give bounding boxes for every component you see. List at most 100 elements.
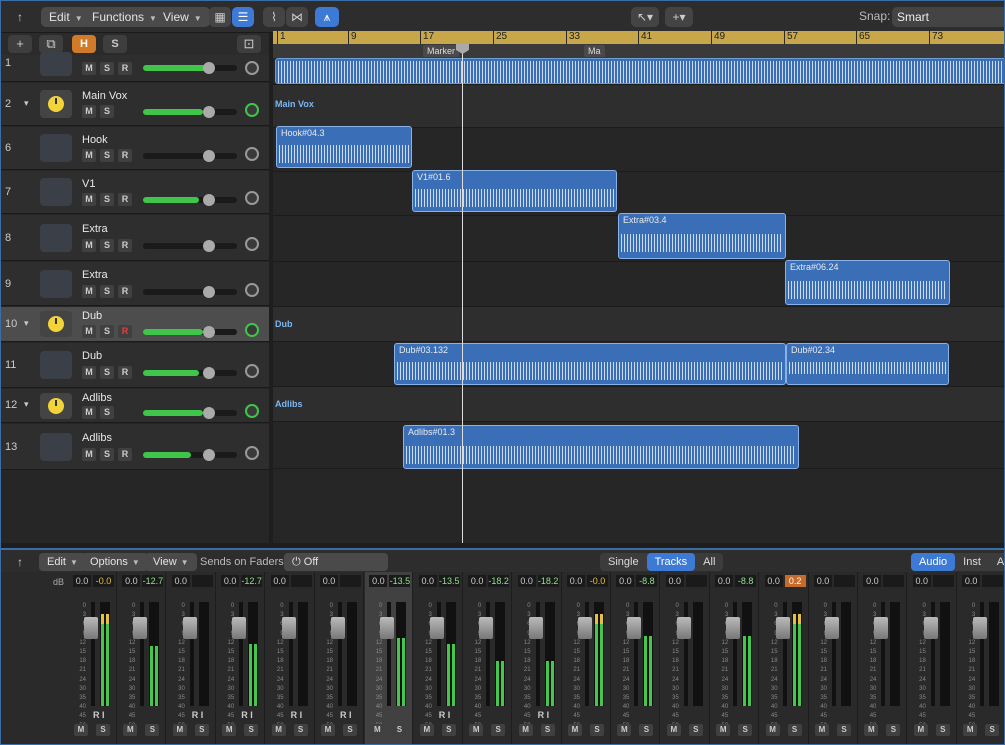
- inst-filter[interactable]: Inst: [955, 553, 989, 571]
- mute-button[interactable]: M: [82, 149, 96, 162]
- record-button[interactable]: R: [118, 285, 132, 298]
- record-button[interactable]: R: [118, 239, 132, 252]
- solo-button[interactable]: S: [100, 325, 114, 338]
- mute-button[interactable]: M: [123, 724, 138, 736]
- fader-cap[interactable]: [528, 617, 543, 639]
- solo-button[interactable]: S: [935, 724, 950, 736]
- volume-readout[interactable]: 0.0: [814, 575, 832, 587]
- pan-knob[interactable]: [245, 446, 259, 460]
- add-track-button[interactable]: +: [8, 35, 32, 53]
- mute-button[interactable]: M: [469, 724, 484, 736]
- pan-knob[interactable]: [245, 283, 259, 297]
- solo-button[interactable]: S: [343, 724, 357, 736]
- bar-ruler[interactable]: 1 9 17 25 33 41 49 57 65 73: [273, 31, 1004, 44]
- volume-readout[interactable]: 0.0: [863, 575, 882, 587]
- track-header-2[interactable]: 2 ▾ Main Vox MS: [1, 83, 269, 126]
- fader-cap[interactable]: [182, 617, 197, 639]
- volume-fader[interactable]: [143, 286, 237, 298]
- volume-readout[interactable]: 0.0: [665, 575, 684, 587]
- cmd-tool-icon[interactable]: +▾: [665, 7, 693, 27]
- track-header-11[interactable]: 11 Dub MSR: [1, 343, 269, 388]
- record-button[interactable]: R: [118, 448, 132, 461]
- solo-button[interactable]: S: [145, 724, 160, 736]
- hide-button[interactable]: H: [72, 35, 96, 53]
- mixer-options-menu[interactable]: Options ▼: [82, 553, 148, 571]
- mixer-view-menu[interactable]: View ▼: [145, 553, 197, 571]
- volume-readout[interactable]: 0.0: [912, 575, 931, 587]
- mute-button[interactable]: M: [370, 724, 385, 736]
- volume-readout[interactable]: 0.0: [517, 575, 536, 587]
- volume-readout[interactable]: 0.0: [962, 575, 981, 587]
- automation-icon[interactable]: ⌇: [263, 7, 285, 27]
- solo-button[interactable]: S: [100, 366, 114, 379]
- fader-cap[interactable]: [331, 617, 345, 639]
- solo-button[interactable]: S: [100, 406, 114, 419]
- mute-button[interactable]: M: [82, 193, 96, 206]
- disclosure-triangle-icon[interactable]: ▾: [24, 399, 29, 410]
- back-icon[interactable]: ↑: [9, 7, 31, 27]
- fader-cap[interactable]: [726, 617, 741, 639]
- fader-knob[interactable]: [203, 286, 215, 298]
- pan-knob[interactable]: [245, 147, 259, 161]
- volume-fader[interactable]: [143, 150, 237, 162]
- fader-cap[interactable]: [133, 617, 148, 639]
- track-name[interactable]: Hook: [82, 134, 108, 146]
- playhead[interactable]: [462, 44, 463, 543]
- fader-cap[interactable]: [380, 617, 395, 639]
- mute-button[interactable]: M: [666, 724, 681, 736]
- peak-readout[interactable]: -18.2: [537, 575, 559, 587]
- duplicate-track-icon[interactable]: ⧉: [39, 35, 63, 53]
- audio-region[interactable]: Dub#02.34: [786, 343, 949, 385]
- fader-knob[interactable]: [203, 407, 215, 419]
- volume-readout[interactable]: 0.0: [468, 575, 487, 587]
- solo-button[interactable]: S: [441, 724, 456, 736]
- mute-button[interactable]: M: [321, 724, 335, 736]
- audio-region[interactable]: Extra#03.4: [618, 213, 786, 259]
- solo-button[interactable]: S: [886, 724, 901, 736]
- disclosure-triangle-icon[interactable]: ▾: [24, 318, 29, 329]
- list-view-icon[interactable]: ☰: [232, 7, 254, 27]
- mute-button[interactable]: M: [913, 724, 928, 736]
- track-header-8[interactable]: 8 Extra MSR: [1, 215, 269, 261]
- solo-button[interactable]: S: [100, 239, 114, 252]
- mute-button[interactable]: M: [82, 105, 96, 118]
- solo-button[interactable]: S: [96, 724, 110, 736]
- volume-fader[interactable]: [143, 326, 237, 338]
- peak-readout[interactable]: [340, 575, 361, 587]
- mute-button[interactable]: M: [222, 724, 237, 736]
- disclosure-triangle-icon[interactable]: ▾: [24, 98, 29, 109]
- solo-button[interactable]: S: [100, 448, 114, 461]
- record-input-buttons[interactable]: R I: [192, 710, 204, 720]
- solo-button[interactable]: S: [100, 193, 114, 206]
- solo-button[interactable]: S: [100, 105, 114, 118]
- volume-readout[interactable]: 0.0: [616, 575, 635, 587]
- volume-fader[interactable]: [143, 367, 237, 379]
- record-input-buttons[interactable]: R I: [439, 710, 451, 720]
- peak-readout[interactable]: [932, 575, 954, 587]
- track-header-12[interactable]: 12 ▾ Adlibs MS: [1, 389, 269, 423]
- tracks-filter[interactable]: Tracks: [646, 553, 696, 571]
- peak-readout[interactable]: [982, 575, 1004, 587]
- all-filter[interactable]: All: [695, 553, 723, 571]
- audio-region[interactable]: V1#01.6: [412, 170, 617, 212]
- solo-button[interactable]: S: [639, 724, 654, 736]
- fader-knob[interactable]: [203, 326, 215, 338]
- pan-knob[interactable]: [245, 364, 259, 378]
- fader-cap[interactable]: [973, 617, 988, 639]
- solo-button[interactable]: S: [392, 724, 407, 736]
- fader-cap[interactable]: [281, 617, 296, 639]
- volume-readout[interactable]: 0.0: [369, 575, 388, 587]
- mute-button[interactable]: M: [419, 724, 434, 736]
- mixer-edit-menu[interactable]: Edit ▼: [39, 553, 86, 571]
- solo-button[interactable]: S: [590, 724, 604, 736]
- fader-cap[interactable]: [627, 617, 642, 639]
- mute-button[interactable]: M: [82, 325, 96, 338]
- peak-readout[interactable]: -0.0: [93, 575, 114, 587]
- solo-button[interactable]: S: [100, 62, 114, 75]
- pointer-tool-icon[interactable]: ↖▾: [631, 7, 659, 27]
- audio-region[interactable]: [275, 58, 1004, 84]
- audio-filter[interactable]: Audio: [911, 553, 956, 571]
- mute-button[interactable]: M: [271, 724, 286, 736]
- mute-button[interactable]: M: [716, 724, 731, 736]
- mute-button[interactable]: M: [82, 62, 96, 75]
